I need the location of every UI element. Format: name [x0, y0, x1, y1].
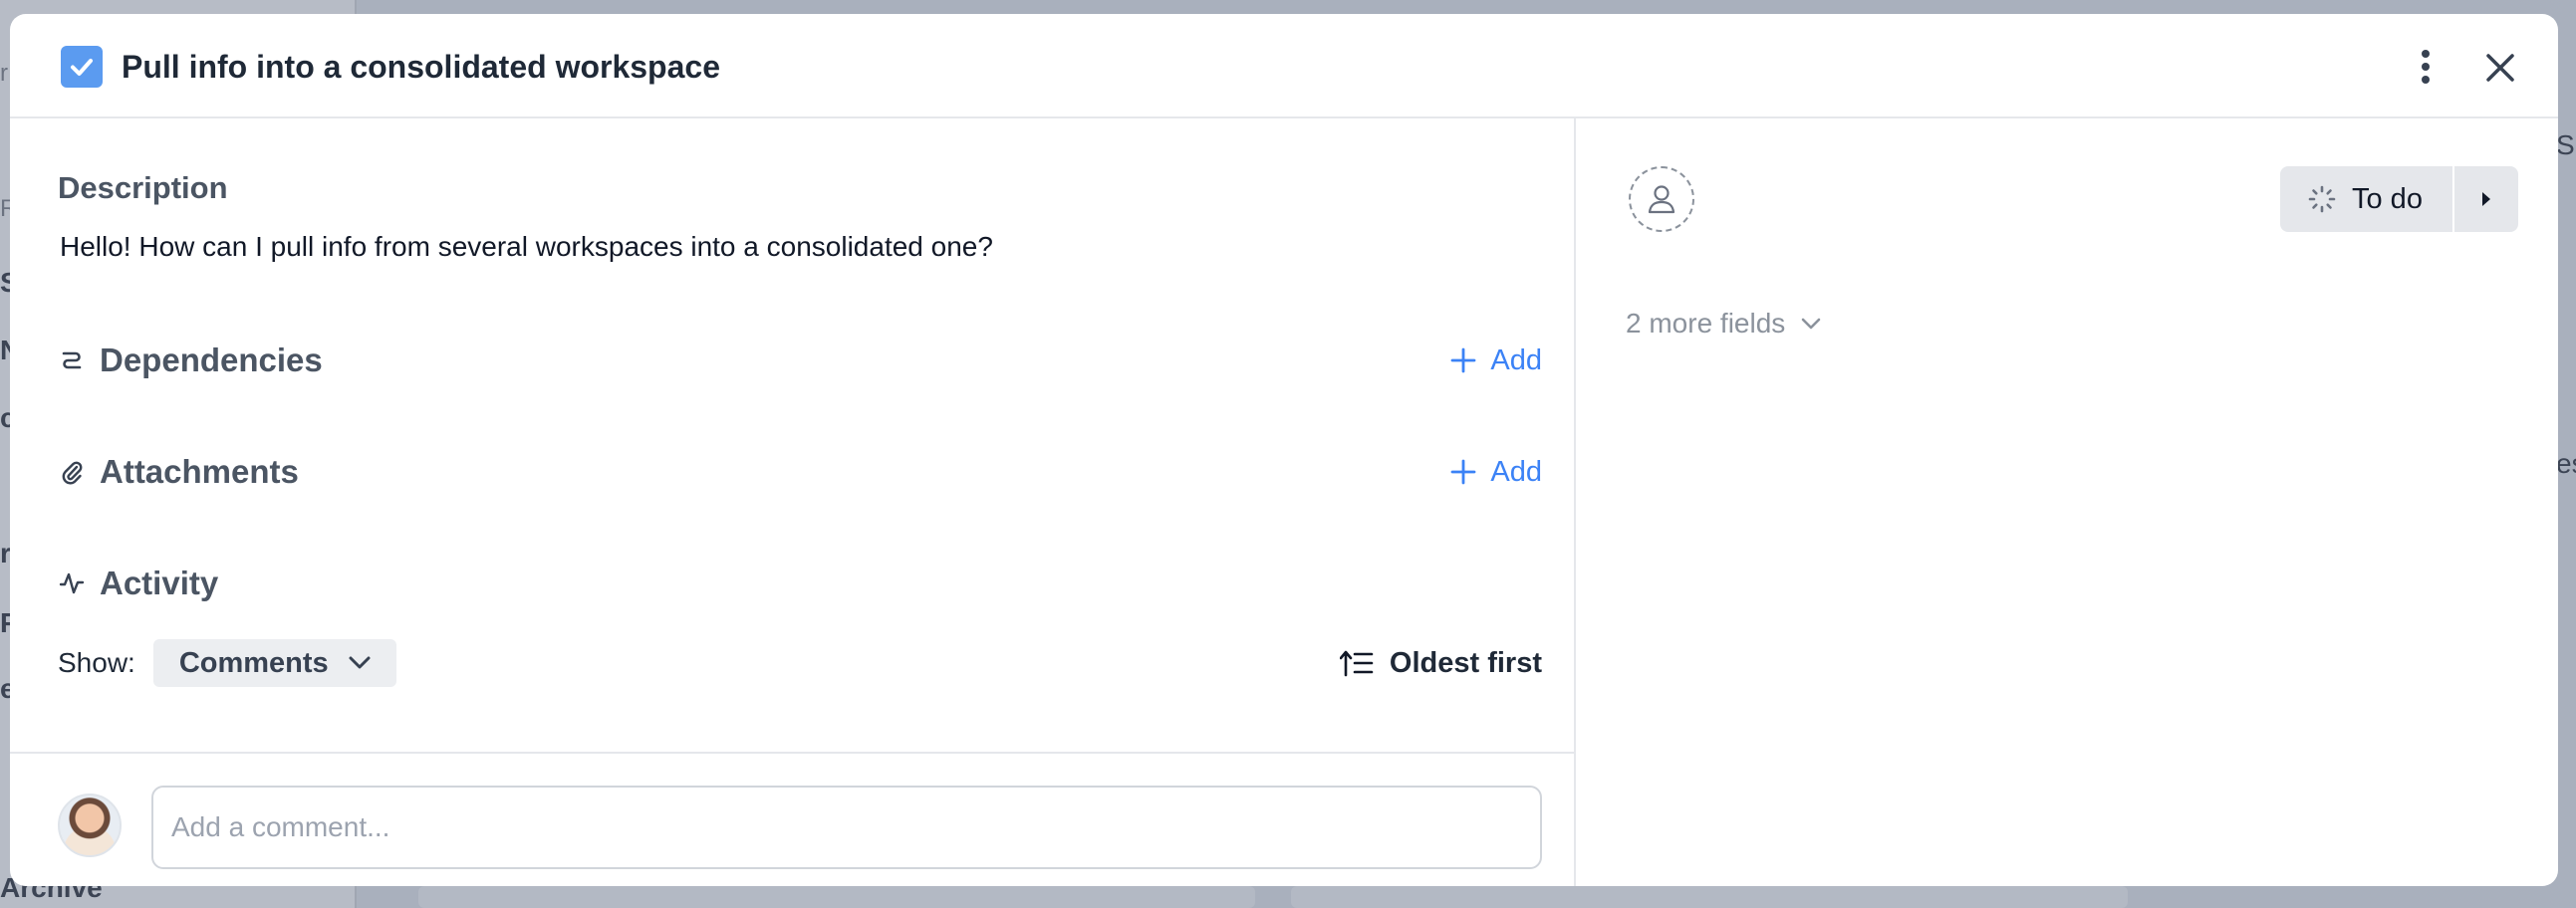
avatar	[58, 794, 122, 857]
activity-label: Activity	[100, 565, 219, 601]
modal-header: Pull info into a consolidated workspace	[10, 14, 2558, 118]
description-text[interactable]: Hello! How can I pull info from several …	[60, 231, 993, 263]
status-label: To do	[2352, 182, 2423, 215]
sort-icon	[1339, 650, 1374, 677]
sort-order-button[interactable]: Oldest first	[1339, 646, 1542, 680]
activity-controls: Show: Comments Oldest first	[58, 638, 1542, 688]
add-dependency-label: Add	[1490, 343, 1542, 376]
dependencies-icon	[58, 346, 86, 374]
plus-icon	[1450, 347, 1476, 373]
close-icon[interactable]	[2480, 48, 2520, 88]
paperclip-icon	[58, 458, 86, 486]
assignee-picker[interactable]	[1629, 166, 1694, 232]
activity-icon	[58, 569, 86, 597]
dependencies-section: Dependencies Add	[58, 336, 1542, 385]
show-label: Show:	[58, 647, 135, 678]
comment-composer	[10, 752, 1576, 886]
background-text: es	[2556, 448, 2576, 479]
task-main-pane: Description Hello! How can I pull info f…	[10, 118, 1576, 886]
attachments-section: Attachments Add	[58, 447, 1542, 497]
activity-section: Activity	[58, 559, 1542, 608]
task-title[interactable]: Pull info into a consolidated workspace	[122, 46, 720, 88]
activity-filter-value: Comments	[178, 646, 329, 679]
add-dependency-button[interactable]: Add	[1450, 344, 1542, 377]
activity-filter-select[interactable]: Comments	[152, 639, 396, 687]
add-attachment-button[interactable]: Add	[1450, 456, 1542, 489]
user-icon	[1648, 185, 1675, 214]
kebab-icon[interactable]	[2411, 46, 2441, 88]
chevron-down-icon	[1801, 318, 1821, 330]
background-text: Sh	[2556, 129, 2576, 160]
description-heading: Description	[58, 170, 228, 205]
status-button[interactable]: To do	[2280, 166, 2452, 232]
plus-icon	[1450, 459, 1476, 485]
status-control: To do	[2280, 166, 2518, 232]
loading-icon	[2308, 185, 2336, 213]
task-details-pane: To do 2 more fields	[1576, 118, 2558, 886]
status-advance-button[interactable]	[2453, 166, 2518, 232]
dependencies-label: Dependencies	[100, 341, 323, 378]
sort-order-label: Oldest first	[1389, 646, 1542, 679]
attachments-label: Attachments	[100, 453, 299, 490]
more-fields-label: 2 more fields	[1626, 308, 1786, 339]
chevron-down-icon	[349, 656, 371, 669]
background-text: r	[0, 60, 8, 87]
background-card	[418, 886, 1255, 908]
background-card	[1291, 886, 2128, 908]
more-fields-toggle[interactable]: 2 more fields	[1626, 308, 1821, 340]
comment-input[interactable]	[151, 786, 1542, 869]
task-modal: Pull info into a consolidated workspace …	[10, 14, 2558, 886]
add-attachment-label: Add	[1490, 455, 1542, 488]
checkbox-icon[interactable]	[61, 46, 103, 88]
caret-right-icon	[2481, 192, 2490, 206]
